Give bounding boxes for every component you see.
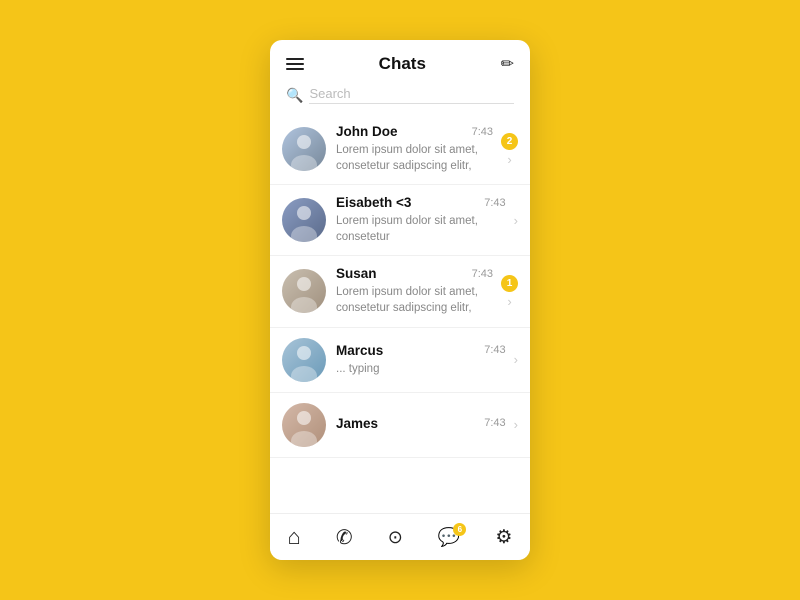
avatar-james bbox=[282, 403, 326, 447]
chevron-icon: › bbox=[507, 153, 511, 166]
chat-time-eisabeth: 7:43 bbox=[484, 197, 505, 209]
unread-badge: 1 bbox=[501, 275, 518, 292]
chat-content-eisabeth: Eisabeth <3 7:43 Lorem ipsum dolor sit a… bbox=[336, 195, 506, 245]
chevron-icon: › bbox=[507, 295, 511, 308]
chat-name-james: James bbox=[336, 416, 378, 431]
chat-content-marcus: Marcus 7:43 ... typing bbox=[336, 343, 506, 377]
chat-time-susan: 7:43 bbox=[472, 268, 493, 280]
chat-name-eisabeth: Eisabeth <3 bbox=[336, 195, 411, 210]
search-icon: 🔍 bbox=[286, 87, 303, 104]
search-bar: 🔍 bbox=[270, 82, 530, 114]
chat-preview-john: Lorem ipsum dolor sit amet, consetetur s… bbox=[336, 142, 493, 174]
search-input[interactable] bbox=[309, 86, 514, 104]
nav-item-camera[interactable]: ⊙ bbox=[388, 527, 403, 548]
chat-item-james[interactable]: James 7:43 › bbox=[270, 393, 530, 458]
camera-icon: ⊙ bbox=[388, 527, 403, 548]
chat-name-john: John Doe bbox=[336, 124, 398, 139]
phone-frame: Chats ✏ 🔍 John Doe 7:43 Lorem ipsum dolo… bbox=[270, 40, 530, 560]
chat-right-eisabeth: › bbox=[514, 214, 518, 227]
nav-badge-chat: 6 bbox=[453, 523, 466, 536]
chat-item-john[interactable]: John Doe 7:43 Lorem ipsum dolor sit amet… bbox=[270, 114, 530, 185]
nav-item-chat[interactable]: 6💬 bbox=[438, 527, 460, 548]
chat-preview-eisabeth: Lorem ipsum dolor sit amet, consetetur bbox=[336, 213, 506, 245]
chat-content-john: John Doe 7:43 Lorem ipsum dolor sit amet… bbox=[336, 124, 493, 174]
chat-right-susan: 1 › bbox=[501, 275, 518, 308]
avatar-eisabeth bbox=[282, 198, 326, 242]
page-title: Chats bbox=[379, 54, 426, 74]
chevron-icon: › bbox=[514, 418, 518, 431]
chat-preview-susan: Lorem ipsum dolor sit amet, consetetur s… bbox=[336, 284, 493, 316]
chat-item-eisabeth[interactable]: Eisabeth <3 7:43 Lorem ipsum dolor sit a… bbox=[270, 185, 530, 256]
home-icon: ⌂ bbox=[288, 524, 301, 550]
chat-right-marcus: › bbox=[514, 353, 518, 366]
chevron-icon: › bbox=[514, 353, 518, 366]
chat-time-marcus: 7:43 bbox=[484, 344, 505, 356]
chat-name-marcus: Marcus bbox=[336, 343, 383, 358]
chat-right-john: 2 › bbox=[501, 133, 518, 166]
edit-icon[interactable]: ✏ bbox=[501, 54, 514, 74]
phone-icon: ✆ bbox=[336, 525, 353, 550]
header: Chats ✏ bbox=[270, 40, 530, 82]
nav-item-home[interactable]: ⌂ bbox=[288, 524, 301, 550]
avatar-susan bbox=[282, 269, 326, 313]
chevron-icon: › bbox=[514, 214, 518, 227]
chat-content-james: James 7:43 bbox=[336, 416, 506, 434]
chat-right-james: › bbox=[514, 418, 518, 431]
nav-item-phone[interactable]: ✆ bbox=[336, 525, 353, 550]
menu-icon[interactable] bbox=[286, 58, 304, 70]
bottom-nav: ⌂ ✆ ⊙ 6💬 ⚙ bbox=[270, 513, 530, 560]
avatar-marcus bbox=[282, 338, 326, 382]
chat-list: John Doe 7:43 Lorem ipsum dolor sit amet… bbox=[270, 114, 530, 513]
chat-item-susan[interactable]: Susan 7:43 Lorem ipsum dolor sit amet, c… bbox=[270, 256, 530, 327]
nav-item-settings[interactable]: ⚙ bbox=[495, 526, 512, 549]
unread-badge: 2 bbox=[501, 133, 518, 150]
chat-name-susan: Susan bbox=[336, 266, 377, 281]
chat-item-marcus[interactable]: Marcus 7:43 ... typing › bbox=[270, 328, 530, 393]
chat-preview-marcus: ... typing bbox=[336, 361, 506, 377]
chat-content-susan: Susan 7:43 Lorem ipsum dolor sit amet, c… bbox=[336, 266, 493, 316]
avatar-john bbox=[282, 127, 326, 171]
chat-time-james: 7:43 bbox=[484, 417, 505, 429]
settings-icon: ⚙ bbox=[495, 526, 512, 549]
chat-time-john: 7:43 bbox=[472, 126, 493, 138]
